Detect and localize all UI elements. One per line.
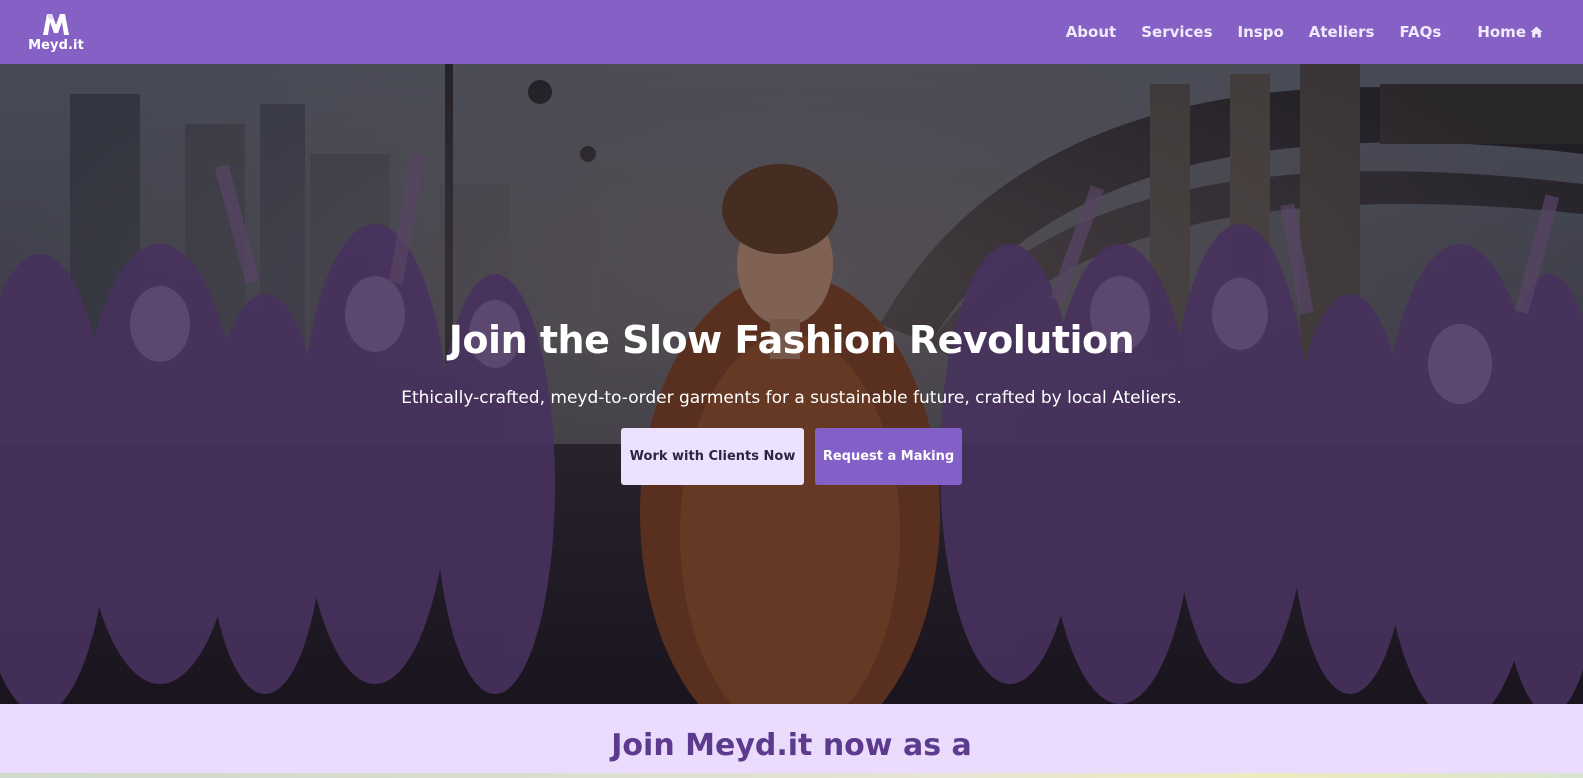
nav-ateliers[interactable]: Ateliers (1309, 23, 1375, 41)
request-making-button[interactable]: Request a Making (815, 428, 962, 485)
nav-services[interactable]: Services (1141, 23, 1212, 41)
nav-home-label: Home (1477, 23, 1526, 41)
join-section: Join Meyd.it now as a (0, 704, 1583, 778)
hero-subtitle: Ethically-crafted, meyd-to-order garment… (401, 388, 1182, 408)
hero-content: Join the Slow Fashion Revolution Ethical… (0, 318, 1583, 485)
brand-name: Meyd.it (28, 38, 84, 53)
join-title: Join Meyd.it now as a (611, 728, 972, 763)
nav-links: About Services Inspo Ateliers FAQs Home (1041, 0, 1543, 64)
nav-about[interactable]: About (1066, 23, 1117, 41)
nav-faqs[interactable]: FAQs (1400, 23, 1442, 41)
nav-home[interactable]: Home (1477, 23, 1543, 41)
hero-section: Join the Slow Fashion Revolution Ethical… (0, 64, 1583, 704)
hero-title: Join the Slow Fashion Revolution (448, 318, 1135, 362)
home-icon (1530, 26, 1543, 38)
bottom-image-strip (0, 773, 1583, 778)
nav-inspo[interactable]: Inspo (1238, 23, 1284, 41)
hero-buttons: Work with Clients Now Request a Making (621, 428, 962, 485)
m-logo-icon (43, 14, 69, 35)
work-with-clients-button[interactable]: Work with Clients Now (621, 428, 804, 485)
top-navbar: Meyd.it About Services Inspo Ateliers FA… (0, 0, 1583, 64)
brand-logo[interactable]: Meyd.it (28, 11, 84, 53)
